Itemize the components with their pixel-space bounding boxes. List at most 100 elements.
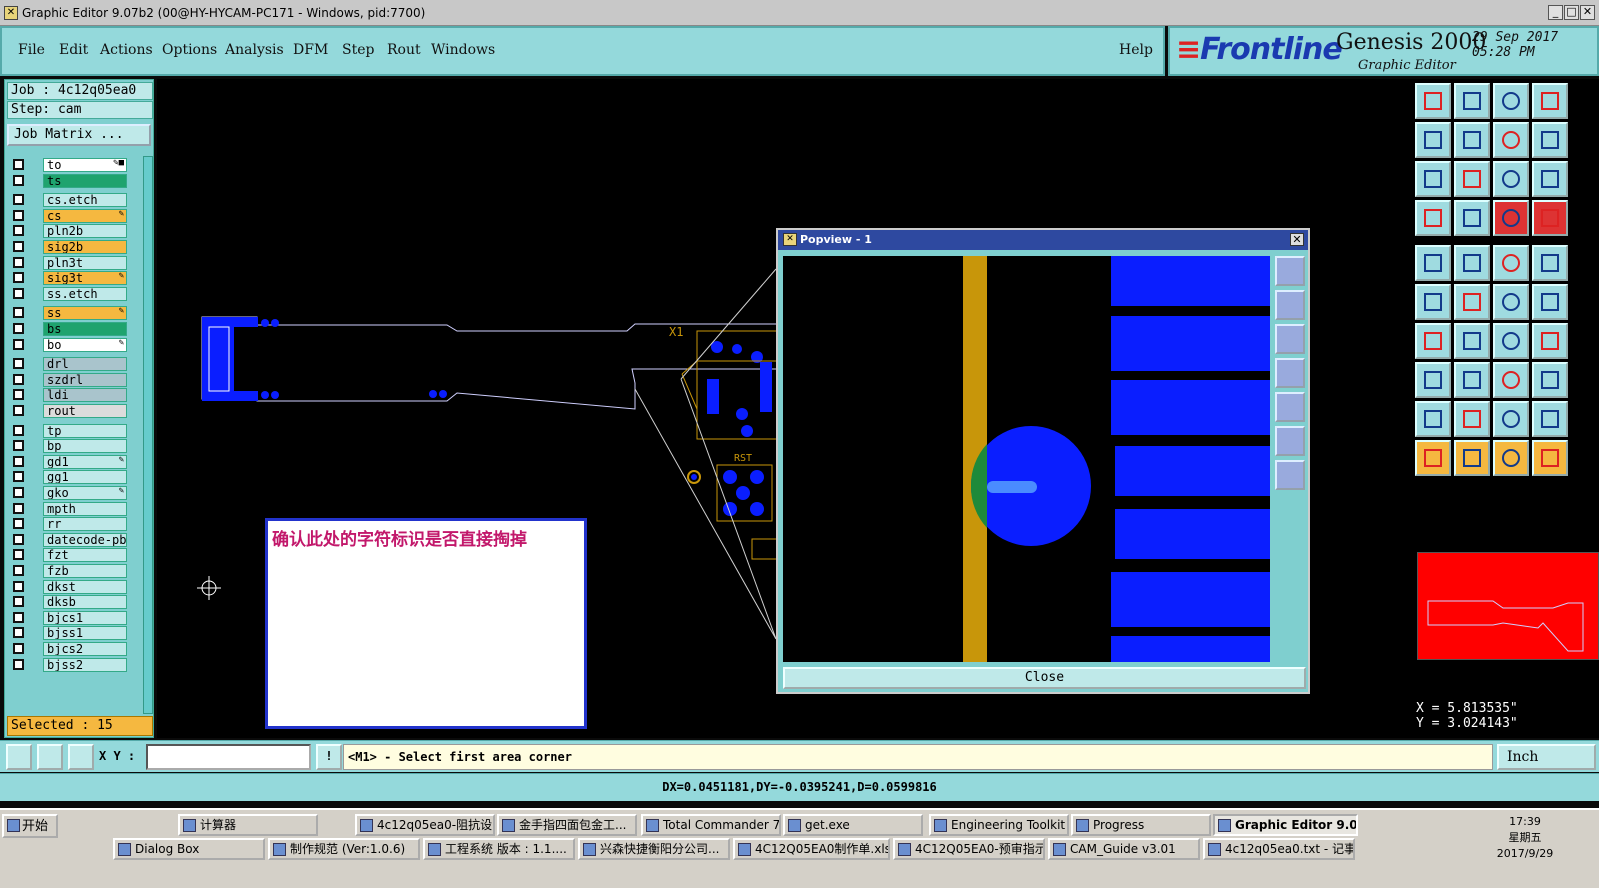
layer-row[interactable]: datecode-pbc xyxy=(11,532,127,547)
pad-icon[interactable] xyxy=(1415,362,1451,398)
layer-checkbox[interactable] xyxy=(13,580,24,592)
menu-step[interactable]: Step xyxy=(342,42,374,58)
layer-row[interactable]: rr xyxy=(11,517,127,532)
layer-scrollbar[interactable] xyxy=(143,156,153,714)
layer-row[interactable]: bo ✎ xyxy=(11,337,127,352)
step-icon[interactable] xyxy=(1532,122,1568,158)
layer-name[interactable]: rout xyxy=(43,404,127,418)
move-down-icon[interactable] xyxy=(1454,83,1490,119)
menu-rout[interactable]: Rout xyxy=(387,42,421,58)
layer-checkbox[interactable] xyxy=(13,455,24,467)
taskbar-button[interactable]: 4C12Q05EA0制作单.xls... xyxy=(733,838,890,860)
layer-row[interactable]: ss.etch xyxy=(11,286,127,301)
dot-icon[interactable] xyxy=(1532,245,1568,281)
layer-name[interactable]: pln3t xyxy=(43,255,127,270)
layer-checkbox[interactable] xyxy=(13,272,24,284)
layer-name[interactable]: ss xyxy=(43,306,127,321)
menu-analysis[interactable]: Analysis xyxy=(225,42,284,58)
popview-pan-up-icon[interactable] xyxy=(1275,290,1305,320)
house-icon[interactable] xyxy=(1493,83,1529,119)
popview-zoom-in-icon[interactable] xyxy=(1275,426,1305,456)
start-button[interactable]: 开始 xyxy=(2,814,58,838)
menu-help[interactable]: Help xyxy=(1119,42,1153,58)
layer-row[interactable]: ts xyxy=(11,173,127,188)
layer-row[interactable]: fzb xyxy=(11,564,127,578)
layer-name[interactable]: sig3t xyxy=(43,271,127,286)
layer-row[interactable]: dksb xyxy=(11,595,127,610)
layer-name[interactable]: dksb xyxy=(43,595,127,610)
window-titlebar[interactable]: ✕ Graphic Editor 9.07b2 (00@HY-HYCAM-PC1… xyxy=(0,0,1599,26)
vector-icon[interactable] xyxy=(1532,284,1568,320)
layer-row[interactable]: pln3t xyxy=(11,255,127,270)
line-angle-icon[interactable] xyxy=(1415,323,1451,359)
taskbar-button[interactable]: Graphic Editor 9.07... xyxy=(1213,814,1358,836)
mirror-icon[interactable] xyxy=(1532,401,1568,437)
layer-toggle-icon[interactable] xyxy=(1493,200,1529,236)
layer-name[interactable]: drl xyxy=(43,357,127,372)
taskbar-button[interactable]: Engineering Toolkit 9.... xyxy=(929,814,1069,836)
layer-row[interactable]: sig3t ✎ xyxy=(11,271,127,286)
alert-icon[interactable]: ! xyxy=(316,744,342,770)
select-arrow-icon[interactable] xyxy=(1415,440,1451,476)
select-box-icon[interactable] xyxy=(1454,440,1490,476)
layer-checkbox[interactable] xyxy=(13,487,24,498)
menu-actions[interactable]: Actions xyxy=(100,42,153,58)
layer-name[interactable]: bjss2 xyxy=(43,657,127,672)
ruler-icon[interactable] xyxy=(1493,245,1529,281)
pin-icon[interactable] xyxy=(1454,200,1490,236)
layer-name[interactable]: fzb xyxy=(43,564,127,578)
snap-left-icon[interactable] xyxy=(1415,122,1451,158)
layer-checkbox[interactable] xyxy=(13,440,24,452)
taskbar-button[interactable]: 制作规范 (Ver:1.0.6) xyxy=(268,838,420,860)
cross-icon[interactable] xyxy=(1454,284,1490,320)
layer-checkbox[interactable] xyxy=(13,643,24,654)
align-icon[interactable] xyxy=(1532,323,1568,359)
polygon-icon[interactable] xyxy=(1493,401,1529,437)
layer-row[interactable]: cs.etch xyxy=(11,193,127,208)
layer-checkbox[interactable] xyxy=(13,502,24,514)
taskbar-button[interactable]: 计算器 xyxy=(178,814,318,836)
close-icon[interactable]: ✕ xyxy=(1580,5,1595,20)
layer-name[interactable]: ts xyxy=(43,173,127,188)
angle-icon[interactable] xyxy=(1493,284,1529,320)
bounds-icon[interactable] xyxy=(1493,362,1529,398)
layer-name[interactable]: tp xyxy=(43,423,127,438)
layer-row[interactable]: ss ✎ xyxy=(11,306,127,321)
layer-checkbox[interactable] xyxy=(13,389,24,401)
grid-icon[interactable] xyxy=(68,744,94,770)
layer-row[interactable]: bjcs2 xyxy=(11,642,127,656)
popview-zoom-fit-icon[interactable] xyxy=(1275,256,1305,286)
menu-edit[interactable]: Edit xyxy=(59,42,88,58)
layer-checkbox[interactable] xyxy=(13,611,24,623)
taskbar-button[interactable]: 金手指四面包金工... xyxy=(497,814,637,836)
layer-name[interactable]: sig2b xyxy=(43,240,127,254)
layer-row[interactable]: cs ✎ xyxy=(11,208,127,223)
fit-icon[interactable] xyxy=(1415,161,1451,197)
layer-row[interactable]: drl xyxy=(11,357,127,372)
layer-row[interactable]: fzt xyxy=(11,548,127,563)
layer-name[interactable]: ldi xyxy=(43,388,127,403)
taskbar-button[interactable]: 兴森快捷衡阳分公司... xyxy=(578,838,730,860)
layer-row[interactable]: pln2b xyxy=(11,224,127,239)
layer-name[interactable]: rr xyxy=(43,517,127,532)
layer-row[interactable]: gko ✎ xyxy=(11,486,127,500)
layer-name[interactable]: bp xyxy=(43,439,127,454)
scale-icon[interactable] xyxy=(1493,161,1529,197)
snap-right-icon[interactable] xyxy=(1454,122,1490,158)
taskbar-button[interactable]: Dialog Box xyxy=(113,838,265,860)
layer-checkbox[interactable] xyxy=(13,256,24,268)
layer-name[interactable]: fzt xyxy=(43,548,127,563)
xy-input[interactable] xyxy=(146,744,311,770)
taskbar-button[interactable]: Total Commander 7.0... xyxy=(641,814,781,836)
taskbar-button[interactable]: 4C12Q05EA0-预审指示... xyxy=(893,838,1045,860)
layer-checkbox[interactable] xyxy=(13,338,24,350)
menu-options[interactable]: Options xyxy=(162,42,217,58)
layer-stack-icon[interactable] xyxy=(1532,200,1568,236)
triangle-icon[interactable] xyxy=(1415,401,1451,437)
connect-icon[interactable] xyxy=(1415,284,1451,320)
popview-pan-right-icon[interactable] xyxy=(1275,392,1305,422)
layer-name[interactable]: bjcs1 xyxy=(43,610,127,625)
layer-checkbox[interactable] xyxy=(13,209,24,221)
layer-checkbox[interactable] xyxy=(13,424,24,436)
layer-name[interactable]: gg1 xyxy=(43,470,127,485)
